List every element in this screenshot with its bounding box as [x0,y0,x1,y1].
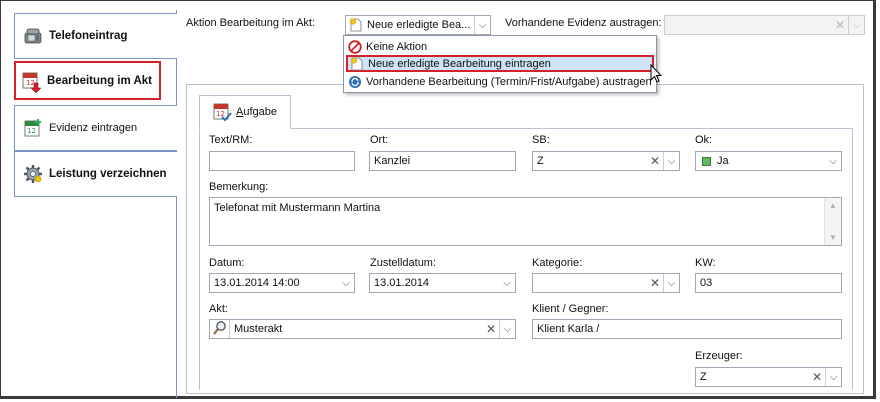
evidenz-select[interactable]: ✕ ⌵ [664,15,865,35]
status-green-icon [702,156,711,166]
calendar-check-icon: 12 [212,102,232,122]
scrollbar[interactable]: ▲ ▼ [824,198,841,245]
sidebar-item-label: Telefoneintrag [49,30,128,42]
tab-aufgabe[interactable]: 12 Aufgabe [199,95,291,129]
aktion-label: Aktion Bearbeitung im Akt: [186,17,316,29]
bemerkung-textarea[interactable]: Telefonat mit Mustermann Martina ▲ ▼ [209,197,842,246]
kw-input[interactable]: 03 [695,273,842,293]
chevron-down-icon[interactable]: ⌵ [825,368,841,386]
no-entry-icon [348,39,362,54]
kategorie-select[interactable]: ✕ ⌵ [532,273,680,293]
clear-icon[interactable]: ✕ [647,274,663,292]
zustelldatum-label: Zustelldatum: [370,257,437,269]
dropdown-item-label: Vorhandene Bearbeitung (Termin/Frist/Auf… [366,75,652,88]
ort-value: Kanzlei [374,155,411,167]
svg-text:12: 12 [27,127,36,135]
kategorie-label: Kategorie: [532,257,583,269]
sidebar-item-label: Bearbeitung im Akt [47,74,153,87]
sidebar-item-telefoneintrag[interactable]: Telefoneintrag [14,13,177,59]
dropdown-item-label: Neue erledigte Bearbeitung eintragen [368,57,551,70]
calendar-plus-icon: 12 [23,118,43,138]
phone-icon [23,26,43,46]
akt-select[interactable]: Musterakt ✕ ⌵ [209,319,516,339]
dropdown-item-neue-bearbeitung[interactable]: Neue erledigte Bearbeitung eintragen [346,55,654,72]
sidebar: Telefoneintrag 12 Bearbeitung im Akt 12 [11,10,177,398]
sidebar-item-label: Evidenz eintragen [49,122,138,134]
klient-value: Klient Karla / [537,323,600,335]
chevron-down-icon[interactable]: ⌵ [825,152,841,170]
ort-label: Ort: [370,134,389,146]
akt-value: Musterakt [234,323,283,335]
kw-value: 03 [700,277,713,289]
erzeuger-select[interactable]: Z ✕ ⌵ [695,367,842,387]
tab-label: Aufgabe [236,106,277,118]
sidebar-item-leistung[interactable]: Leistung verzeichnen [14,151,177,197]
clear-icon[interactable]: ✕ [647,152,663,170]
dropdown-item-keine-aktion[interactable]: Keine Aktion [346,38,654,55]
chevron-down-icon[interactable]: ⌵ [848,16,864,34]
aktion-select[interactable]: Neue erledigte Bea... ⌵ [345,15,491,35]
scroll-down-icon[interactable]: ▼ [829,233,837,242]
akt-label: Akt: [209,303,228,315]
scroll-up-icon[interactable]: ▲ [829,201,837,210]
aktion-select-value: Neue erledigte Bea... [367,19,471,31]
datum-input[interactable]: 13.01.2014 14:00 ⌵ [209,273,355,293]
chevron-down-icon[interactable]: ⌵ [474,16,490,34]
chevron-down-icon[interactable]: ⌵ [499,320,515,338]
gear-icon [23,164,43,184]
dropdown-item-vorhandene-bearbeitung[interactable]: Vorhandene Bearbeitung (Termin/Frist/Auf… [346,73,654,90]
sb-select[interactable]: Z ✕ ⌵ [532,151,680,171]
datum-label: Datum: [209,257,245,269]
clear-icon[interactable]: ✕ [809,368,825,386]
ort-input[interactable]: Kanzlei [369,151,516,171]
new-document-icon [350,56,364,71]
klient-label: Klient / Gegner: [532,303,609,315]
bemerkung-value: Telefonat mit Mustermann Martina [214,202,381,214]
new-document-icon [349,18,363,32]
selected-highlight: 12 Bearbeitung im Akt [14,61,161,100]
chevron-down-icon[interactable]: ⌵ [663,152,679,170]
sidebar-item-evidenz[interactable]: 12 Evidenz eintragen [14,105,177,151]
magnifier-icon[interactable] [212,320,230,338]
svg-text:12: 12 [216,110,225,118]
ok-select[interactable]: Ja ⌵ [695,151,842,171]
kw-label: KW: [695,257,716,269]
erzeuger-label: Erzeuger: [695,350,743,362]
clear-icon[interactable]: ✕ [832,16,848,34]
aktion-dropdown-list: Keine Aktion Neue erledigte Bearbeitung … [343,35,657,93]
erzeuger-value: Z [700,371,707,383]
zustelldatum-value: 13.01.2014 [374,277,430,289]
datum-value: 13.01.2014 14:00 [214,277,300,289]
ok-value: Ja [717,155,729,167]
sidebar-item-label: Leistung verzeichnen [49,168,167,180]
calendar-arrow-icon: 12 [21,71,42,93]
svg-text:12: 12 [26,79,35,87]
clear-icon[interactable]: ✕ [483,320,499,338]
bemerkung-label: Bemerkung: [209,181,269,193]
evidenz-label: Vorhandene Evidenz austragen: [505,17,662,29]
dropdown-item-label: Keine Aktion [366,40,428,53]
text-rm-label: Text/RM: [209,134,253,146]
text-rm-input[interactable] [209,151,355,171]
mouse-cursor-icon [650,63,664,87]
sb-value: Z [537,155,544,167]
sidebar-item-bearbeitung[interactable]: 12 Bearbeitung im Akt [11,59,174,105]
sb-label: SB: [532,134,550,146]
zustelldatum-input[interactable]: 13.01.2014 ⌵ [369,273,516,293]
circular-arrows-icon [348,75,362,89]
klient-input[interactable]: Klient Karla / [532,319,842,339]
chevron-down-icon[interactable]: ⌵ [663,274,679,292]
chevron-down-icon[interactable]: ⌵ [499,274,515,292]
ok-label: Ok: [695,134,713,146]
chevron-down-icon[interactable]: ⌵ [338,274,354,292]
